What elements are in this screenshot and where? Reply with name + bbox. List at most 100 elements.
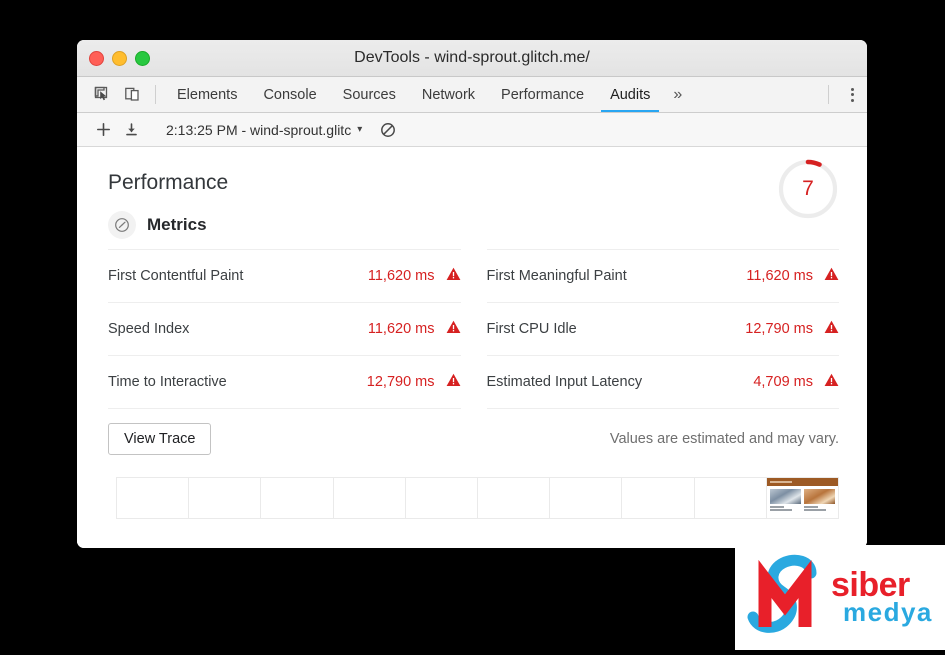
devtools-window: DevTools - wind-sprout.glitch.me/ Elemen… — [77, 40, 867, 548]
thumbnail-card — [803, 489, 836, 516]
view-trace-button[interactable]: View Trace — [108, 423, 212, 455]
report-select[interactable]: 2:13:25 PM - wind-sprout.glitc ▾ — [162, 122, 366, 138]
filmstrip — [116, 477, 839, 519]
metric-name: First Meaningful Paint — [486, 268, 627, 284]
inspect-element-icon[interactable] — [87, 77, 117, 112]
filmstrip-frame[interactable] — [622, 478, 695, 518]
metric-name: Time to Interactive — [108, 374, 227, 390]
tab-network-label: Network — [421, 86, 476, 103]
filmstrip-frame[interactable] — [189, 478, 262, 518]
minimize-button[interactable] — [112, 51, 127, 66]
main-menu-icon[interactable] — [837, 77, 867, 112]
thumbnail-caption — [803, 506, 835, 512]
metric-name: Estimated Input Latency — [486, 374, 643, 390]
metric-value: 11,620 ms — [367, 321, 435, 337]
device-toolbar-icon[interactable] — [117, 77, 147, 112]
kebab-dot — [850, 87, 854, 91]
clear-all-icon[interactable] — [374, 122, 402, 138]
maximize-button[interactable] — [135, 51, 150, 66]
thumbnail-body — [767, 486, 838, 518]
tab-network[interactable]: Network — [409, 77, 488, 112]
tab-elements[interactable]: Elements — [164, 77, 250, 112]
tab-sources-label: Sources — [342, 86, 396, 103]
filmstrip-frame[interactable] — [117, 478, 190, 518]
tab-performance[interactable]: Performance — [488, 77, 597, 112]
caption-line — [803, 506, 818, 508]
tab-sources[interactable]: Sources — [330, 77, 409, 112]
close-button[interactable] — [89, 51, 104, 66]
page-thumbnail — [766, 478, 839, 518]
caption-line — [769, 506, 784, 508]
window-controls — [89, 51, 150, 66]
metric-value: 11,620 ms — [746, 268, 813, 284]
new-audit-icon[interactable] — [89, 122, 117, 137]
thumbnail-header-bar — [766, 478, 839, 486]
kebab-dot — [850, 98, 854, 102]
table-row[interactable]: First Contentful Paint 11,620 ms — [108, 249, 461, 303]
tab-audits[interactable]: Audits — [597, 77, 663, 112]
kebab-dot — [850, 93, 854, 96]
metrics-footer: View Trace Values are estimated and may … — [77, 423, 867, 455]
thumbnail-image — [769, 489, 801, 504]
tab-elements-label: Elements — [177, 86, 238, 103]
filmstrip-frame[interactable] — [333, 478, 406, 518]
warning-icon — [446, 267, 461, 286]
metric-value: 12,790 ms — [366, 374, 435, 390]
metric-value: 12,790 ms — [745, 321, 813, 337]
import-icon[interactable] — [117, 122, 145, 137]
devtools-tabbar: Elements Console Sources Network Perform… — [77, 77, 867, 113]
warning-icon — [824, 320, 839, 339]
thumbnail-caption — [769, 506, 801, 512]
table-row[interactable]: Time to Interactive 12,790 ms — [108, 356, 461, 409]
watermark-word-two: medya — [843, 597, 933, 628]
window-titlebar: DevTools - wind-sprout.glitch.me/ — [77, 40, 867, 77]
view-trace-container: View Trace — [108, 423, 461, 455]
more-tabs-icon[interactable]: » — [663, 77, 692, 112]
warning-icon — [824, 267, 839, 286]
performance-score-gauge: 7 — [776, 157, 840, 221]
audit-report: Performance 7 Metrics First Contentful P… — [77, 147, 867, 548]
tab-audits-label: Audits — [610, 86, 651, 103]
panel-tabs: Elements Console Sources Network Perform… — [164, 77, 663, 112]
toolbar-divider — [155, 85, 156, 104]
table-row[interactable]: Estimated Input Latency 4,709 ms — [486, 356, 839, 409]
filmstrip-frame-loaded[interactable] — [766, 478, 839, 518]
score-value: 7 — [802, 177, 814, 200]
toolbar-divider-right — [828, 85, 829, 104]
filmstrip-frame[interactable] — [694, 478, 767, 518]
filmstrip-frame[interactable] — [550, 478, 623, 518]
disclaimer-container: Values are estimated and may vary. — [487, 430, 839, 448]
metric-value: 11,620 ms — [367, 268, 435, 284]
metrics-grid: First Contentful Paint 11,620 ms Speed I… — [77, 249, 867, 409]
metric-name: First Contentful Paint — [108, 268, 244, 284]
warning-icon — [446, 373, 461, 392]
warning-icon — [824, 373, 839, 392]
tab-performance-label: Performance — [501, 86, 585, 103]
chevron-down-icon: ▾ — [357, 124, 363, 135]
audits-toolbar: 2:13:25 PM - wind-sprout.glitc ▾ — [77, 113, 867, 147]
tabbar-spacer — [692, 77, 820, 112]
thumbnail-header-text — [769, 481, 792, 483]
window-title: DevTools - wind-sprout.glitch.me/ — [354, 49, 590, 66]
watermark-text: siber medya — [831, 568, 933, 628]
table-row[interactable]: Speed Index 11,620 ms — [108, 303, 461, 356]
metric-name: First CPU Idle — [486, 321, 577, 337]
filmstrip-frame[interactable] — [478, 478, 551, 518]
metric-name: Speed Index — [108, 321, 190, 337]
report-select-label: 2:13:25 PM - wind-sprout.glitc — [166, 121, 352, 138]
table-row[interactable]: First Meaningful Paint 11,620 ms — [486, 249, 839, 303]
page-title: Performance — [108, 171, 229, 194]
filmstrip-frame[interactable] — [405, 478, 479, 518]
filmstrip-frame[interactable] — [261, 478, 334, 518]
metrics-section-header: Metrics — [108, 211, 867, 239]
warning-icon — [446, 320, 461, 339]
tab-console[interactable]: Console — [250, 77, 329, 112]
metric-value: 4,709 ms — [753, 374, 813, 390]
tab-console-label: Console — [263, 86, 317, 103]
watermark-logo: siber medya — [735, 545, 945, 650]
table-row[interactable]: First CPU Idle 12,790 ms — [486, 303, 839, 356]
metrics-column-right: First Meaningful Paint 11,620 ms First C… — [486, 249, 839, 409]
metrics-column-left: First Contentful Paint 11,620 ms Speed I… — [108, 249, 461, 409]
thumbnail-card — [769, 489, 801, 516]
thumbnail-image — [803, 489, 836, 504]
